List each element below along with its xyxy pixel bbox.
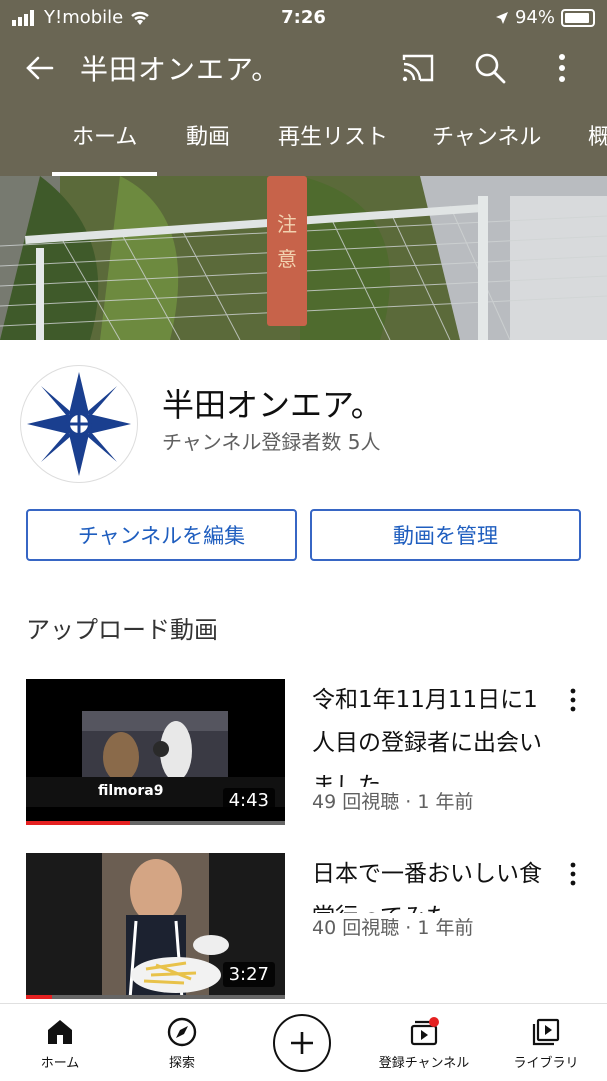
tab-videos[interactable]: 動画 <box>186 118 230 176</box>
tab-playlists[interactable]: 再生リスト <box>278 118 388 176</box>
channel-banner: 注 意 <box>0 176 607 340</box>
nav-explore[interactable]: 探索 <box>142 1004 222 1081</box>
tab-about[interactable]: 概 <box>588 118 607 176</box>
add-icon <box>291 1032 313 1054</box>
status-right: 94% <box>495 7 595 28</box>
video-duration: 3:27 <box>222 962 275 987</box>
video-item[interactable]: 3:27 日本で一番おいしい食堂行ってみた 40 回視聴 · 1 年前 <box>0 853 607 1003</box>
nav-explore-label: 探索 <box>168 1056 195 1071</box>
more-options-icon[interactable] <box>544 50 580 86</box>
compass-icon <box>167 1017 197 1047</box>
nav-subscriptions[interactable]: 登録チャンネル <box>364 1004 484 1081</box>
video-duration: 4:43 <box>222 788 275 813</box>
video-thumbnail[interactable]: filmora9 4:43 <box>26 679 285 825</box>
cast-icon[interactable] <box>400 50 436 86</box>
video-meta: 49 回視聴 · 1 年前 <box>312 787 474 814</box>
svg-text:注: 注 <box>277 212 297 236</box>
location-icon <box>495 11 508 24</box>
filmora-watermark: filmora9 <box>98 783 164 799</box>
video-thumbnail[interactable]: 3:27 <box>26 853 285 999</box>
status-bar: Y!mobile 7:26 94% <box>0 0 607 36</box>
battery-percent: 94% <box>514 7 555 28</box>
nav-home-label: ホーム <box>40 1056 80 1071</box>
banner-image: 注 意 <box>0 176 607 340</box>
video-item[interactable]: filmora9 4:43 令和1年11月11日に1人目の登録者に出会いました … <box>0 679 607 829</box>
battery-icon <box>561 8 595 27</box>
nav-library[interactable]: ライブラリ <box>502 1004 590 1081</box>
subscriber-count: チャンネル登録者数 5人 <box>162 430 381 454</box>
edit-channel-button[interactable]: チャンネルを編集 <box>26 509 297 561</box>
video-meta: 40 回視聴 · 1 年前 <box>312 913 474 940</box>
progress-track <box>26 995 285 999</box>
channel-name: 半田オンエア。 <box>162 386 383 424</box>
tab-home[interactable]: ホーム <box>51 118 158 176</box>
watch-progress-bar <box>26 821 130 825</box>
subscriptions-icon <box>410 1017 439 1046</box>
home-icon <box>48 1020 72 1044</box>
tab-channels[interactable]: チャンネル <box>432 118 541 176</box>
bottom-navigation: ホーム 探索 登録チャンネル ライブラリ <box>0 1003 607 1081</box>
app-header: 半田オンエア。 ホーム 動画 再生リスト チャンネル 概 <box>0 36 607 176</box>
video-menu-icon[interactable] <box>561 859 585 889</box>
create-button[interactable] <box>273 1014 331 1072</box>
video-menu-icon[interactable] <box>561 685 585 715</box>
manage-videos-button[interactable]: 動画を管理 <box>310 509 581 561</box>
header-title: 半田オンエア。 <box>80 53 281 86</box>
channel-avatar[interactable] <box>20 365 138 483</box>
nav-home[interactable]: ホーム <box>20 1004 100 1081</box>
nav-subscriptions-label: 登録チャンネル <box>378 1056 470 1071</box>
watch-progress-bar <box>26 995 52 999</box>
svg-text:意: 意 <box>277 247 297 271</box>
nav-library-label: ライブラリ <box>513 1056 579 1071</box>
channel-tabs: ホーム 動画 再生リスト チャンネル 概 <box>0 118 607 176</box>
search-icon[interactable] <box>472 50 508 86</box>
library-icon <box>532 1018 560 1046</box>
back-arrow-icon[interactable] <box>22 50 58 86</box>
uploads-section-title: アップロード動画 <box>26 616 218 644</box>
